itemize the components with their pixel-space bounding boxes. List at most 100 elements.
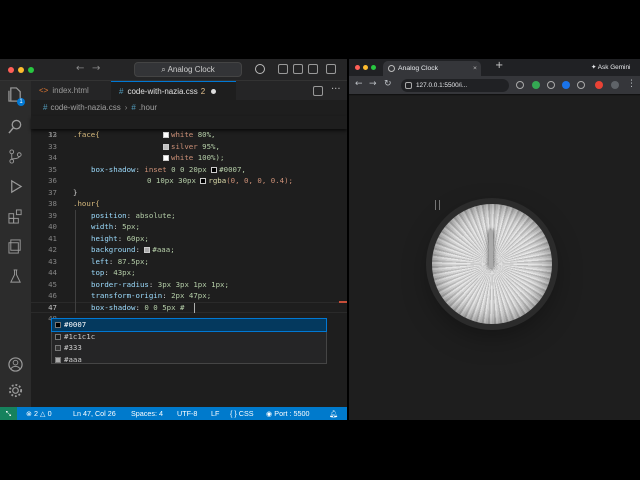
line-number: 40 — [48, 222, 57, 231]
suggestion-item[interactable]: #1c1c1c — [52, 331, 326, 343]
line-number: 39 — [48, 210, 57, 220]
close-window-button[interactable] — [8, 67, 14, 73]
run-debug-icon[interactable] — [8, 179, 23, 194]
breadcrumb-symbol[interactable]: .hour — [139, 103, 157, 112]
browser-tab[interactable]: Analog Clock × — [383, 61, 481, 76]
back-arrow-icon[interactable]: ← — [76, 63, 84, 74]
breadcrumb: # code-with-nazia.css › # .hour — [43, 103, 157, 115]
line-number: 34 — [48, 153, 57, 162]
search-icon[interactable] — [8, 119, 23, 134]
extension-icon[interactable] — [562, 81, 570, 89]
line-number: 44 — [48, 268, 57, 277]
suggestion-item[interactable]: #0007 — [51, 318, 327, 332]
suggestion-item[interactable]: #aaa — [52, 354, 326, 366]
code-text: box-shadow: inset 0 0 20px #0007, — [91, 164, 246, 174]
address-bar[interactable]: 127.0.0.1:5500/i... ☆ — [401, 79, 509, 92]
profile-avatar[interactable] — [611, 81, 619, 89]
code-text: height: 60px; — [91, 233, 149, 243]
new-tab-button[interactable]: + — [495, 60, 503, 71]
status-bar: ⤡ ⊗ 2 △ 0 Ln 47, Col 26 Spaces: 4 UTF-8 … — [0, 407, 347, 420]
code-editor[interactable]: 32 white 80%, 33 silver 95%, 34 white 100%); 3… — [31, 129, 347, 407]
cursor-position[interactable]: Ln 47, Col 26 — [73, 407, 116, 420]
color-swatch-icon[interactable] — [163, 155, 169, 161]
line-number: 35 — [48, 164, 57, 174]
live-server-port[interactable]: ◉ Port : 5500 — [266, 407, 309, 420]
code-line: 42 background: #aaa; — [31, 244, 347, 256]
settings-gear-icon[interactable] — [8, 383, 23, 398]
toggle-secondary-sidebar-icon[interactable] — [308, 64, 318, 74]
code-line: 46 transform-origin: 2px 47px; — [31, 290, 347, 302]
code-text: position: absolute; — [91, 210, 176, 220]
color-swatch-icon[interactable] — [144, 247, 151, 253]
code-line: 41 height: 60px; — [31, 232, 347, 244]
back-arrow-icon[interactable]: ← — [355, 79, 363, 89]
account-icon[interactable] — [8, 357, 23, 372]
end-of-line[interactable]: LF — [211, 407, 219, 420]
extension-icon[interactable] — [595, 81, 603, 89]
toggle-sidebar-icon[interactable] — [278, 64, 288, 74]
encoding[interactable]: UTF-8 — [177, 407, 197, 420]
tab-index-html[interactable]: <> index.html — [31, 81, 109, 100]
code-token: border-radius — [91, 279, 149, 289]
problem-count-badge: 2 — [200, 87, 206, 96]
sticky-line: 13 .face{ — [31, 117, 347, 139]
tab-code-with-nazia-css[interactable]: # code-with-nazia.css 2 — [111, 81, 236, 100]
close-window-button[interactable] — [355, 65, 360, 70]
toggle-panel-icon[interactable] — [293, 64, 303, 74]
line-number: 32 — [48, 130, 57, 139]
indent-guide — [75, 244, 76, 256]
minimize-window-button[interactable] — [363, 65, 368, 70]
testing-icon[interactable] — [8, 269, 23, 284]
command-center-search[interactable]: ⌕ Analog Clock — [134, 62, 242, 77]
code-token: #0007, — [219, 164, 246, 174]
ask-gemini-button[interactable]: ✦ Ask Gemini — [591, 62, 630, 73]
autocomplete-suggestions[interactable]: #0007 #1c1c1c #333 #aaa — [51, 318, 327, 364]
problems-indicator[interactable]: ⊗ 2 △ 0 — [26, 407, 52, 420]
source-control-icon[interactable] — [8, 149, 23, 164]
extensions-puzzle-icon[interactable] — [577, 81, 585, 89]
indentation[interactable]: Spaces: 4 — [131, 407, 163, 420]
copilot-icon[interactable] — [255, 64, 265, 74]
extension-icon[interactable] — [532, 81, 540, 89]
maximize-window-button[interactable] — [371, 65, 376, 70]
code-line: 34 white 100%); — [31, 152, 347, 164]
code-token: height — [91, 233, 118, 243]
code-text: .hour{ — [73, 198, 100, 210]
window-title: Analog Clock — [167, 65, 215, 74]
extensions-icon[interactable] — [8, 209, 23, 224]
remote-indicator-icon[interactable]: ⤡ — [0, 407, 17, 420]
code-token: 0 0 5px # — [144, 302, 185, 312]
breadcrumb-file[interactable]: code-with-nazia.css — [50, 103, 120, 112]
code-text: 0 10px 30px rgba(0, 0, 0, 0.4); — [147, 175, 293, 187]
close-tab-icon[interactable]: × — [473, 61, 477, 76]
indent-guide — [75, 209, 76, 221]
color-swatch-icon[interactable] — [163, 132, 169, 138]
suggestion-label: #aaa — [64, 354, 82, 364]
extension-icon[interactable] — [516, 81, 524, 89]
notifications-bell-icon[interactable]: 🔔︎ — [329, 407, 338, 420]
browser-menu-icon[interactable]: ⋮ — [627, 79, 636, 89]
split-editor-icon[interactable] — [313, 86, 323, 96]
code-line: 39 position: absolute; — [31, 209, 347, 221]
remote-explorer-icon[interactable] — [8, 239, 23, 254]
maximize-window-button[interactable] — [28, 67, 34, 73]
color-swatch-icon[interactable] — [200, 178, 207, 184]
tab-label: code-with-nazia.css — [127, 87, 198, 96]
forward-arrow-icon[interactable]: → — [92, 63, 100, 74]
explorer-badge: 1 — [17, 98, 25, 106]
minimize-window-button[interactable] — [18, 67, 24, 73]
suggestion-item[interactable]: #333 — [52, 342, 326, 354]
more-actions-icon[interactable]: ··· — [331, 84, 341, 95]
sticky-scroll[interactable]: 13 .face{ — [31, 116, 347, 139]
color-swatch-icon[interactable] — [163, 143, 169, 150]
forward-arrow-icon[interactable]: → — [369, 79, 377, 89]
unsaved-dot-icon[interactable] — [211, 89, 217, 95]
site-info-icon[interactable] — [405, 82, 412, 89]
language-mode[interactable]: { } CSS — [230, 407, 254, 420]
customize-layout-icon[interactable] — [326, 64, 336, 74]
color-swatch-icon[interactable] — [211, 166, 218, 173]
reload-icon[interactable]: ↻ — [384, 79, 392, 89]
extension-icon[interactable] — [547, 81, 555, 89]
code-token: #aaa; — [152, 245, 175, 254]
code-text: } — [73, 187, 77, 199]
